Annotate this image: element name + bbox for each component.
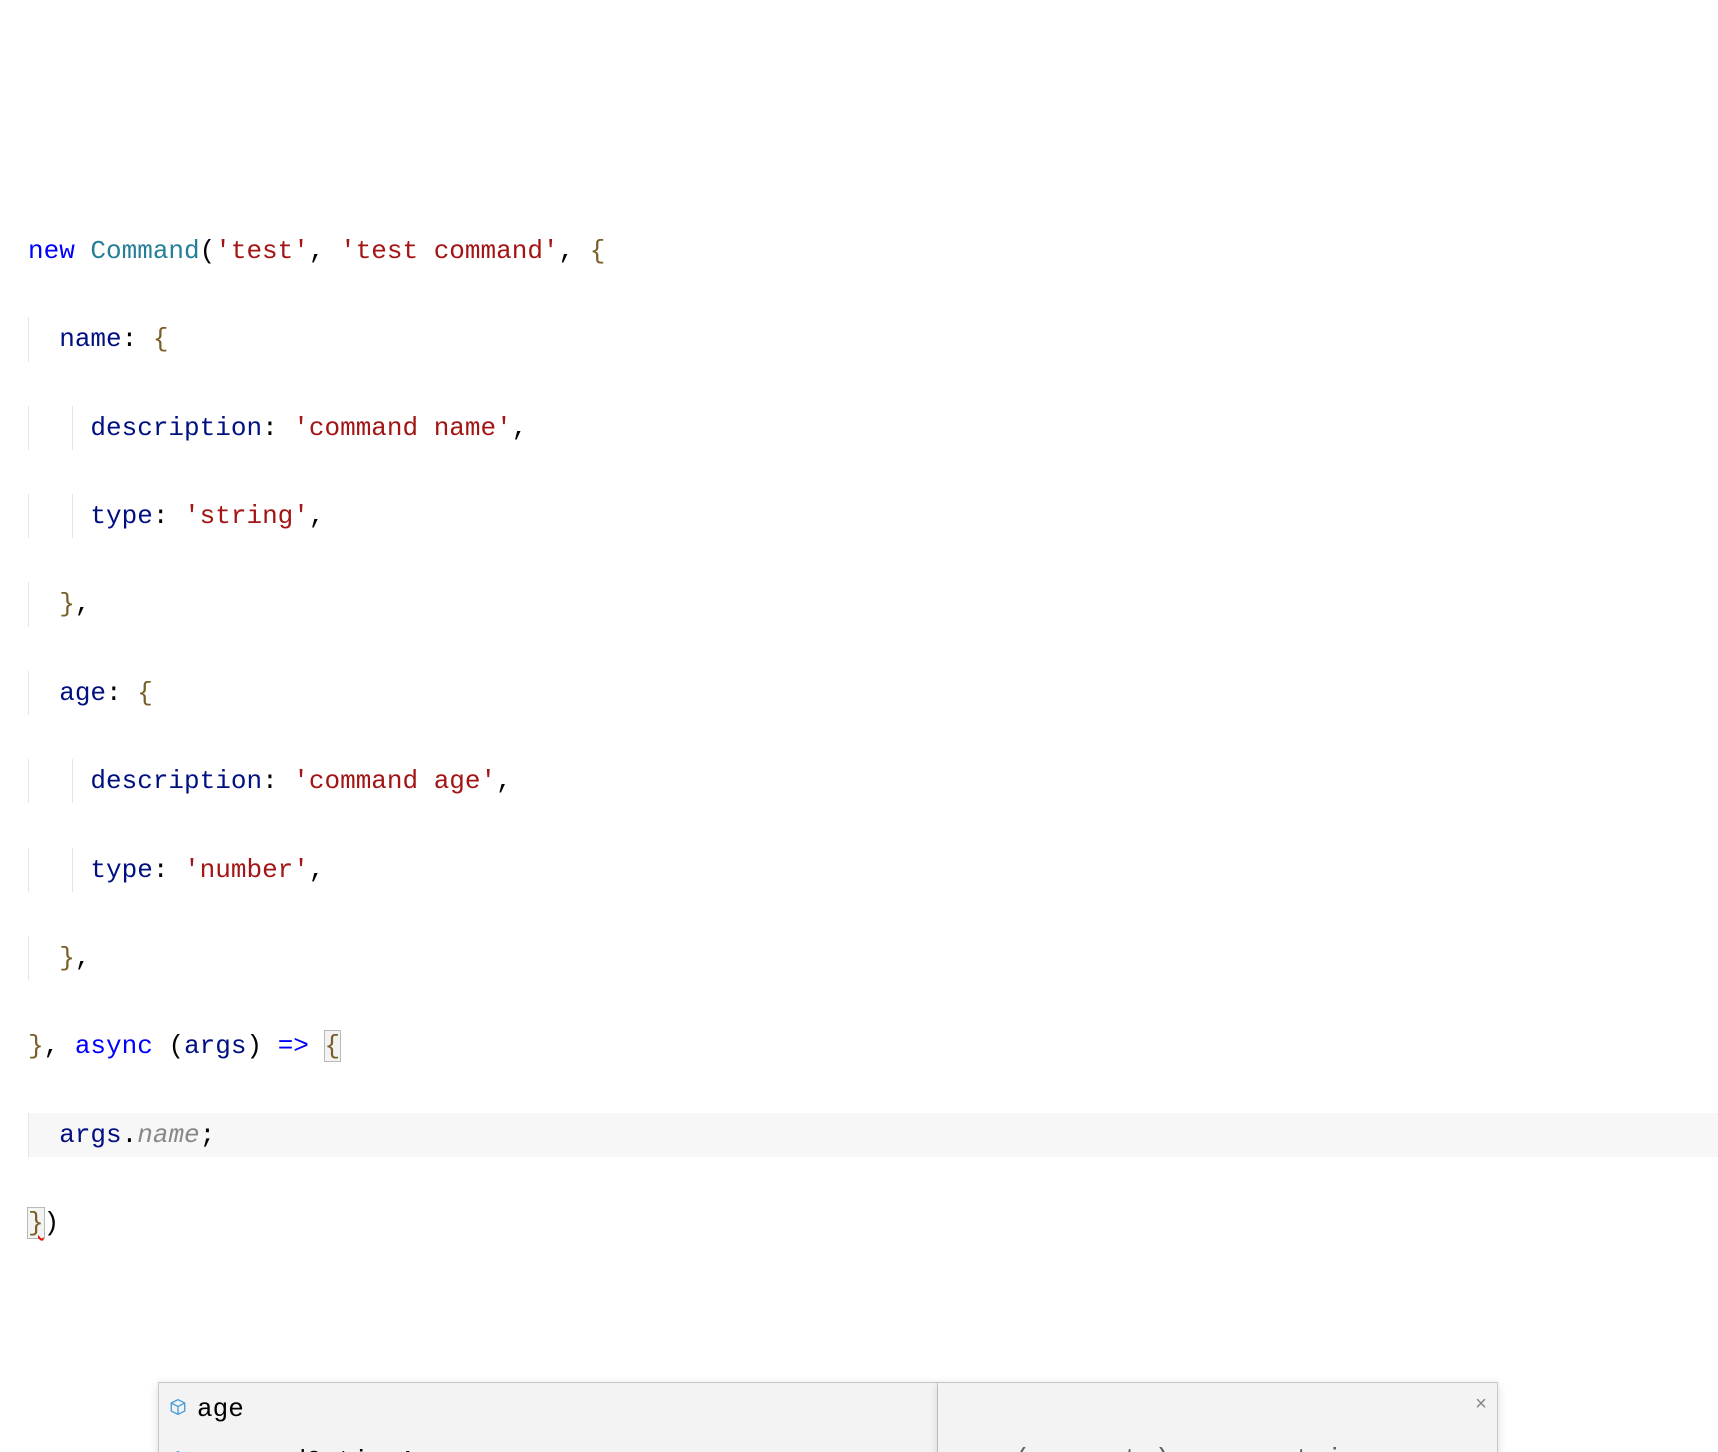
member-preview: name: [137, 1120, 199, 1150]
punc-brace-open: {: [153, 324, 169, 354]
string-literal: 'test': [215, 236, 309, 266]
string-literal: 'string': [184, 501, 309, 531]
punc-rparen: ): [44, 1208, 60, 1238]
string-literal: 'command name': [293, 413, 511, 443]
intellisense-popup: agecommandOptionArgname (property) name:…: [158, 1382, 1718, 1452]
punc-comma: ,: [44, 1031, 75, 1061]
code-line[interactable]: description: 'command name',: [28, 406, 1718, 450]
suggestion-list[interactable]: agecommandOptionArgname: [158, 1382, 938, 1452]
keyword-new: new: [28, 236, 75, 266]
code-line[interactable]: type: 'string',: [28, 494, 1718, 538]
punc-comma: ,: [512, 413, 528, 443]
code-line[interactable]: new Command('test', 'test command', {: [28, 229, 1718, 273]
punc-brace-open: {: [590, 236, 606, 266]
punc-brace-close: }: [59, 589, 75, 619]
arrow: =>: [278, 1031, 309, 1061]
punc-comma: ,: [309, 236, 340, 266]
punc-rparen: ): [246, 1031, 262, 1061]
string-literal: 'test command': [340, 236, 558, 266]
punc-lparen: (: [168, 1031, 184, 1061]
punc-comma: ,: [75, 943, 91, 973]
punc-brace-close: }: [28, 1031, 44, 1061]
code-line[interactable]: name: {: [28, 317, 1718, 361]
field-icon: [169, 1387, 187, 1431]
prop-age: age: [59, 678, 106, 708]
suggestion-detail: (property) name: string ×: [938, 1382, 1498, 1452]
code-line[interactable]: },: [28, 582, 1718, 626]
keyword-async: async: [75, 1031, 153, 1061]
code-line[interactable]: }): [28, 1201, 1718, 1245]
punc-brace-close-match: }: [27, 1207, 45, 1239]
punc-colon: :: [153, 855, 184, 885]
punc-comma: ,: [559, 236, 590, 266]
code-editor[interactable]: new Command('test', 'test command', { na…: [0, 185, 1718, 1290]
punc-colon: :: [153, 501, 184, 531]
punc-colon: :: [106, 678, 137, 708]
code-line[interactable]: }, async (args) => {: [28, 1024, 1718, 1068]
punc-comma: ,: [496, 766, 512, 796]
string-literal: 'number': [184, 855, 309, 885]
prop-description: description: [90, 413, 262, 443]
suggestion-label: age: [197, 1387, 244, 1431]
punc-colon: :: [262, 413, 293, 443]
prop-name: name: [59, 324, 121, 354]
punc-colon: :: [262, 766, 293, 796]
close-icon[interactable]: ×: [1475, 1389, 1487, 1423]
code-line[interactable]: type: 'number',: [28, 848, 1718, 892]
punc-comma: ,: [75, 589, 91, 619]
punc-semi: ;: [200, 1120, 216, 1150]
punc-brace-open: {: [137, 678, 153, 708]
code-line[interactable]: description: 'command age',: [28, 759, 1718, 803]
suggestion-item-commandOptionArg[interactable]: commandOptionArg: [159, 1435, 937, 1452]
suggestion-item-age[interactable]: age: [159, 1383, 937, 1435]
code-line-active[interactable]: args.name;: [28, 1113, 1718, 1157]
code-line[interactable]: age: {: [28, 671, 1718, 715]
punc-colon: :: [122, 324, 153, 354]
var-args: args: [59, 1120, 121, 1150]
punc-brace-close: }: [59, 943, 75, 973]
detail-text: (property) name: string: [1014, 1444, 1373, 1452]
punc-comma: ,: [309, 501, 325, 531]
field-icon: [169, 1439, 187, 1452]
prop-type: type: [90, 855, 152, 885]
punc-lparen: (: [200, 236, 216, 266]
type-command: Command: [90, 236, 199, 266]
param-args: args: [184, 1031, 246, 1061]
suggestion-label: commandOptionArg: [197, 1439, 447, 1452]
punc-comma: ,: [309, 855, 325, 885]
string-literal: 'command age': [293, 766, 496, 796]
prop-type: type: [90, 501, 152, 531]
punc-brace-open-match: {: [324, 1030, 342, 1062]
punc-dot: .: [122, 1120, 138, 1150]
prop-description: description: [90, 766, 262, 796]
code-line[interactable]: },: [28, 936, 1718, 980]
